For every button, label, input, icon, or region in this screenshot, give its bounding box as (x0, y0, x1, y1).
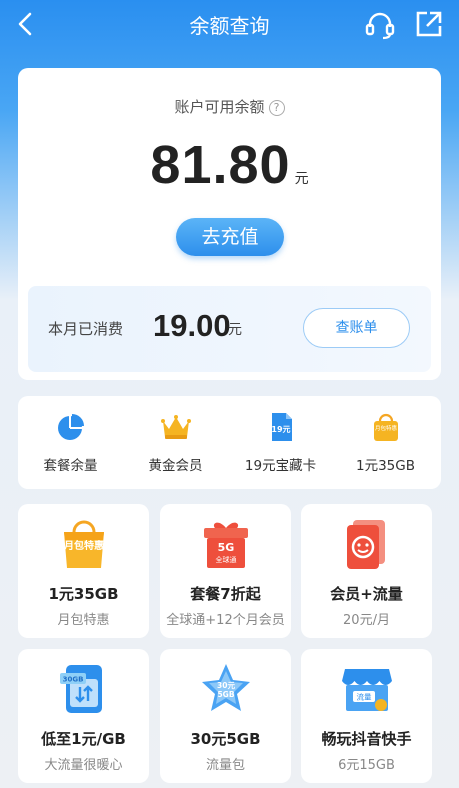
quick-link-gold-member[interactable]: 黄金会员 (123, 396, 228, 489)
star-badge: 30元 (217, 681, 235, 690)
promo-subtitle: 20元/月 (343, 613, 390, 628)
promo-subtitle: 全球通+12个月会员 (166, 613, 285, 628)
member-cards-icon (347, 520, 385, 569)
gift-badge: 5G (218, 541, 235, 554)
promo-card-member-data[interactable]: 会员+流量 20元/月 (301, 504, 432, 638)
promo-title: 1元35GB (48, 585, 119, 603)
spent-amount: 19.00 (153, 308, 231, 343)
star-icon: 30元 5GB (202, 664, 250, 711)
promo-card-data-pack[interactable]: 30元 5GB 30元5GB 流量包 (160, 649, 291, 783)
promo-title: 30元5GB (190, 730, 261, 748)
gift-badge-2: 全球通 (216, 555, 237, 564)
promo-subtitle: 流量包 (205, 758, 245, 773)
balance-unit: 元 (294, 171, 309, 187)
promo-card-low-price-data[interactable]: 30GB 低至1元/GB 大流量很暖心 (18, 649, 149, 783)
help-icon[interactable]: ? (268, 100, 285, 116)
shop-badge: 流量 (357, 692, 372, 702)
promo-title: 会员+流量 (330, 585, 403, 603)
balance-card: 账户可用余额? 81.80 元 去充值 本月已消费 19.00 元 查账单 (18, 68, 441, 380)
headset-icon[interactable] (364, 9, 396, 41)
promo-card-package-discount[interactable]: 5G 全球通 套餐7折起 全球通+12个月会员 (160, 504, 291, 638)
quick-link-label: 黄金会员 (148, 458, 203, 474)
share-external-icon[interactable] (414, 9, 444, 39)
quick-link-package-balance[interactable]: 套餐余量 (18, 396, 123, 489)
balance-amount: 81.80 (150, 135, 291, 195)
data-sim-icon: 30GB (60, 665, 102, 713)
spent-unit: 元 (228, 322, 242, 338)
balance-amount-row: 81.80 元 (18, 134, 441, 196)
crown-icon (161, 415, 191, 439)
promo-card-monthly-pack[interactable]: 月包特惠 1元35GB 月包特惠 (18, 504, 149, 638)
quick-link-label: 1元35GB (356, 458, 415, 474)
quick-link-monthly-pack[interactable]: 月包特惠 1元35GB (333, 396, 438, 489)
promo-title: 畅玩抖音快手 (321, 730, 412, 748)
star-badge-2: 5GB (217, 690, 234, 699)
monthly-spent-panel: 本月已消费 19.00 元 查账单 (28, 286, 431, 372)
promo-title: 套餐7折起 (190, 585, 261, 603)
quick-link-treasure-card[interactable]: 19元 19元宝藏卡 (228, 396, 333, 489)
promo-card-short-video[interactable]: 流量 畅玩抖音快手 6元15GB (301, 649, 432, 783)
promo-subtitle: 月包特惠 (57, 613, 110, 628)
promo-title: 低至1元/GB (41, 730, 126, 748)
quick-link-label: 套餐余量 (43, 458, 98, 474)
quick-link-label: 19元宝藏卡 (244, 458, 317, 474)
card-icon: 19元 (271, 413, 292, 441)
gift-box-icon: 5G 全球通 (204, 522, 248, 568)
recharge-button[interactable]: 去充值 (176, 218, 284, 256)
promo-subtitle: 6元15GB (338, 758, 395, 773)
shop-icon: 流量 (342, 669, 392, 711)
shopping-bag-icon: 月包特惠 (63, 520, 104, 568)
top-bar: 余额查询 (0, 0, 459, 50)
balance-label: 账户可用余额 (174, 98, 265, 116)
card-icon-badge: 19元 (271, 425, 290, 434)
bag-icon-badge: 月包特惠 (375, 424, 398, 432)
view-bill-button[interactable]: 查账单 (303, 308, 410, 348)
quick-links-card: 套餐余量 黄金会员 19元 19元宝藏卡 月包特惠 1元35GB (18, 396, 441, 489)
balance-label-row: 账户可用余额? (18, 96, 441, 117)
promo-subtitle: 大流量很暖心 (44, 758, 123, 773)
sim-badge: 30GB (63, 676, 84, 684)
bag-badge: 月包特惠 (63, 539, 104, 552)
pie-chart-icon (58, 414, 84, 440)
spent-label: 本月已消费 (48, 320, 124, 338)
bag-icon: 月包特惠 (374, 413, 398, 441)
